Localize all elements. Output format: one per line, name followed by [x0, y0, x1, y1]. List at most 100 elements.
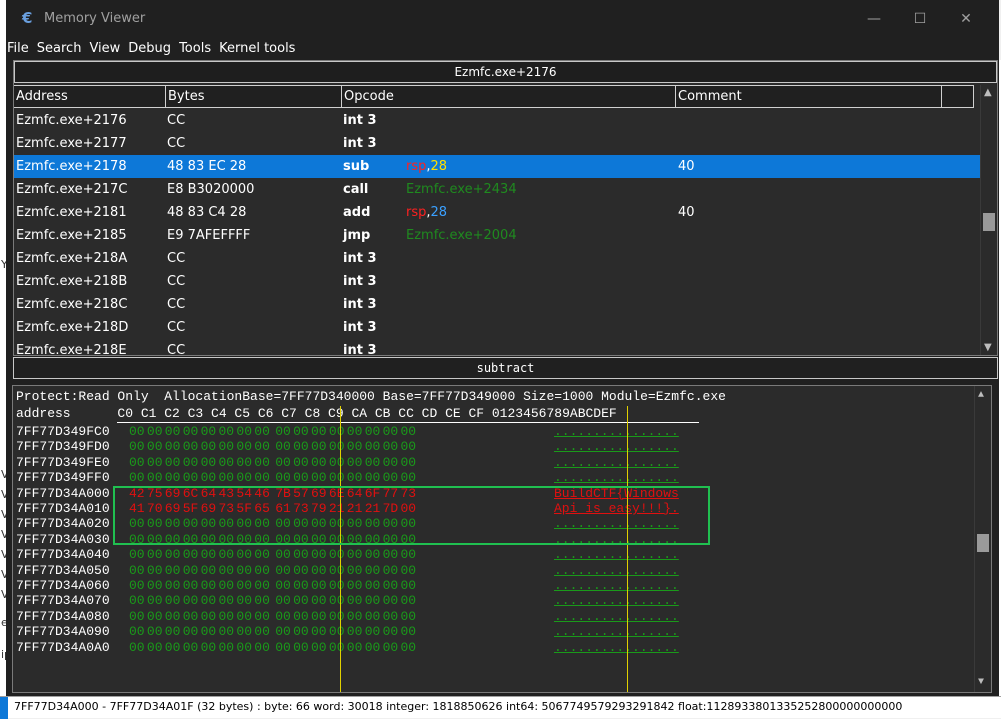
hex-byte[interactable]: 00 [311, 439, 327, 454]
menu-tools[interactable]: Tools [179, 39, 211, 59]
hex-row[interactable]: 7FF77D349FE0 00 00 00 00 00 00 00 00 00 00 00 00 00 00… [13, 455, 973, 470]
hex-byte[interactable]: 00 [329, 640, 345, 655]
hex-byte[interactable]: 00 [147, 470, 163, 485]
hex-byte[interactable]: 00 [147, 624, 163, 639]
hex-byte[interactable]: 00 [383, 547, 399, 562]
hex-byte[interactable]: 00 [383, 563, 399, 578]
hex-byte[interactable]: 00 [293, 439, 309, 454]
hex-row[interactable]: 7FF77D34A080 00 00 00 00 00 00 00 00 00 00 00 00 00 00… [13, 609, 973, 624]
hex-byte[interactable]: 00 [147, 609, 163, 624]
hex-byte[interactable]: 00 [365, 609, 381, 624]
hex-byte[interactable]: 00 [183, 547, 199, 562]
hex-byte[interactable]: 00 [347, 609, 363, 624]
hex-byte[interactable]: 00 [275, 609, 291, 624]
disasm-row[interactable]: Ezmfc.exe+218B CC int 3 [14, 270, 981, 293]
hex-byte[interactable]: 00 [129, 424, 145, 439]
hex-byte[interactable]: 00 [347, 439, 363, 454]
hex-byte[interactable]: 00 [383, 455, 399, 470]
hex-byte[interactable]: 00 [347, 470, 363, 485]
hex-byte[interactable]: 00 [401, 439, 417, 454]
hex-byte[interactable]: 00 [236, 455, 252, 470]
hex-byte[interactable]: 00 [275, 470, 291, 485]
hex-byte[interactable]: 00 [219, 547, 235, 562]
hex-byte[interactable]: 00 [236, 547, 252, 562]
hex-byte[interactable]: 00 [165, 470, 181, 485]
hex-byte[interactable]: 00 [165, 439, 181, 454]
hex-byte[interactable]: 00 [147, 547, 163, 562]
hex-byte[interactable]: 00 [147, 563, 163, 578]
title-bar[interactable]: € Memory Viewer — ☐ ✕ [6, 0, 999, 38]
hex-byte[interactable]: 00 [219, 455, 235, 470]
hex-row-ascii[interactable]: ................ [554, 624, 679, 639]
hex-byte[interactable]: 00 [129, 593, 145, 608]
hex-row-ascii[interactable]: ................ [554, 578, 679, 593]
hex-byte[interactable]: 00 [347, 640, 363, 655]
hex-byte[interactable]: 00 [165, 640, 181, 655]
hex-byte[interactable]: 00 [293, 609, 309, 624]
hex-byte[interactable]: 00 [183, 455, 199, 470]
hex-byte[interactable]: 00 [401, 609, 417, 624]
hex-byte[interactable]: 00 [347, 563, 363, 578]
hex-byte[interactable]: 00 [311, 624, 327, 639]
hex-byte[interactable]: 00 [165, 455, 181, 470]
close-icon[interactable]: ✕ [956, 9, 976, 29]
hex-row-ascii[interactable]: ................ [554, 609, 679, 624]
hex-row-ascii[interactable]: ................ [554, 563, 679, 578]
hex-byte[interactable]: 00 [129, 640, 145, 655]
hex-byte[interactable]: 00 [129, 624, 145, 639]
hex-byte[interactable]: 00 [183, 424, 199, 439]
hex-row[interactable]: 7FF77D34A090 00 00 00 00 00 00 00 00 00 00 00 00 00 00… [13, 624, 973, 639]
hex-byte[interactable]: 00 [275, 578, 291, 593]
disasm-row[interactable]: Ezmfc.exe+2176 CC int 3 [14, 109, 981, 132]
disasm-address-header[interactable]: Ezmfc.exe+2176 [14, 61, 997, 83]
hex-byte[interactable]: 00 [365, 578, 381, 593]
hex-byte[interactable]: 00 [329, 593, 345, 608]
hex-byte[interactable]: 00 [383, 624, 399, 639]
hex-byte[interactable]: 00 [275, 563, 291, 578]
hex-row-ascii[interactable]: ................ [554, 439, 679, 454]
scroll-down-icon[interactable]: ▼ [978, 677, 984, 688]
hex-byte[interactable]: 00 [147, 593, 163, 608]
hex-byte[interactable]: 00 [201, 547, 217, 562]
hex-row[interactable]: 7FF77D349FC0 00 00 00 00 00 00 00 00 00 00 00 00 00 00… [13, 424, 973, 439]
hex-byte[interactable]: 00 [383, 640, 399, 655]
hex-byte[interactable]: 00 [401, 455, 417, 470]
menu-kernel-tools[interactable]: Kernel tools [219, 39, 295, 59]
hex-byte[interactable]: 00 [254, 470, 270, 485]
hex-row-ascii[interactable]: ................ [554, 455, 679, 470]
hex-byte[interactable]: 00 [383, 578, 399, 593]
hex-byte[interactable]: 00 [183, 624, 199, 639]
hex-byte[interactable]: 00 [219, 624, 235, 639]
hex-byte[interactable]: 00 [219, 439, 235, 454]
hex-byte[interactable]: 00 [347, 455, 363, 470]
hex-byte[interactable]: 00 [311, 609, 327, 624]
hex-byte[interactable]: 00 [401, 470, 417, 485]
hex-byte[interactable]: 00 [147, 439, 163, 454]
menu-debug[interactable]: Debug [128, 39, 171, 59]
hex-byte[interactable]: 00 [365, 455, 381, 470]
column-header-address[interactable]: Address [14, 85, 166, 108]
scroll-up-icon[interactable]: ▲ [978, 390, 984, 401]
disasm-row[interactable]: Ezmfc.exe+218D CC int 3 [14, 316, 981, 339]
hex-byte[interactable]: 00 [183, 640, 199, 655]
hex-byte[interactable]: 00 [401, 640, 417, 655]
hex-byte[interactable]: 00 [201, 455, 217, 470]
hex-byte[interactable]: 00 [293, 593, 309, 608]
hex-byte[interactable]: 00 [347, 578, 363, 593]
hex-byte[interactable]: 00 [275, 593, 291, 608]
hex-byte[interactable]: 00 [236, 424, 252, 439]
hex-byte[interactable]: 00 [365, 563, 381, 578]
hex-row[interactable]: 7FF77D34A060 00 00 00 00 00 00 00 00 00 00 00 00 00 00… [13, 578, 973, 593]
disasm-scrollbar[interactable]: ▲ ▼ [980, 85, 997, 355]
hex-byte[interactable]: 00 [254, 547, 270, 562]
hex-view-pane[interactable]: Protect:Read Only AllocationBase=7FF77D3… [12, 385, 992, 693]
hex-byte[interactable]: 00 [254, 439, 270, 454]
hex-row[interactable]: 7FF77D34A070 00 00 00 00 00 00 00 00 00 00 00 00 00 00… [13, 593, 973, 608]
hex-byte[interactable]: 00 [236, 640, 252, 655]
hex-byte[interactable]: 00 [383, 439, 399, 454]
hex-byte[interactable]: 00 [347, 424, 363, 439]
hex-byte[interactable]: 00 [293, 424, 309, 439]
hex-byte[interactable]: 00 [165, 424, 181, 439]
hex-byte[interactable]: 00 [129, 578, 145, 593]
hex-byte[interactable]: 00 [236, 609, 252, 624]
